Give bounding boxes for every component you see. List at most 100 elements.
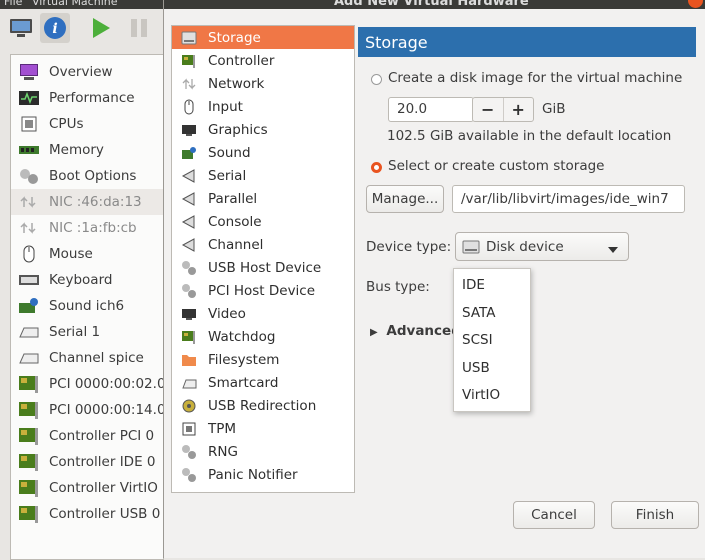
finish-button[interactable]: Finish xyxy=(611,501,699,529)
bus-option-usb[interactable]: USB xyxy=(462,360,490,376)
cpu-icon xyxy=(17,115,41,133)
device-item-rng[interactable]: RNG xyxy=(172,440,354,463)
pause-button[interactable] xyxy=(124,13,154,43)
dialog-title: Add New Virtual Hardware xyxy=(334,0,529,9)
select-custom-radio[interactable] xyxy=(371,162,382,173)
device-item-pci-host[interactable]: PCI Host Device xyxy=(172,279,354,302)
device-item-video[interactable]: Video xyxy=(172,302,354,325)
device-item-network[interactable]: Network xyxy=(172,72,354,95)
device-item-controller[interactable]: Controller xyxy=(172,49,354,72)
play-icon xyxy=(93,18,110,38)
create-image-label[interactable]: Create a disk image for the virtual mach… xyxy=(388,70,682,86)
create-image-radio[interactable] xyxy=(371,74,382,85)
device-item-filesystem[interactable]: Filesystem xyxy=(172,348,354,371)
advanced-expander[interactable]: ▶ Advanced xyxy=(370,323,461,339)
bus-option-virtio[interactable]: VirtIO xyxy=(462,387,500,403)
pci-card-icon xyxy=(17,453,41,471)
gears-icon xyxy=(180,467,198,483)
serial-icon xyxy=(17,323,41,341)
port-icon xyxy=(180,191,198,207)
sidebar-item-controller-virtio[interactable]: Controller VirtIO xyxy=(11,475,163,501)
sound-icon xyxy=(180,145,198,161)
sidebar-item-pci-1[interactable]: PCI 0000:00:02.0 xyxy=(11,371,163,397)
device-item-tpm[interactable]: TPM xyxy=(172,417,354,440)
display-icon xyxy=(180,306,198,322)
close-icon[interactable] xyxy=(688,0,703,8)
pci-card-icon xyxy=(17,401,41,419)
size-unit-label: GiB xyxy=(542,101,566,117)
sidebar-item-nic-2[interactable]: NIC :1a:fb:cb xyxy=(11,215,163,241)
disk-size-input[interactable]: 20.0 xyxy=(388,97,474,122)
chevron-down-icon xyxy=(608,242,618,258)
sidebar-item-overview[interactable]: Overview xyxy=(11,59,163,85)
device-type-label: Device type: xyxy=(366,239,452,255)
device-item-serial[interactable]: Serial xyxy=(172,164,354,187)
device-item-panic-notifier[interactable]: Panic Notifier xyxy=(172,463,354,486)
menu-file[interactable]: File xyxy=(4,0,22,8)
sidebar-item-cpus[interactable]: CPUs xyxy=(11,111,163,137)
pci-card-icon xyxy=(17,375,41,393)
gears-icon xyxy=(180,444,198,460)
sidebar-item-controller-pci[interactable]: Controller PCI 0 xyxy=(11,423,163,449)
vm-toolbar: i xyxy=(0,9,165,47)
run-button[interactable] xyxy=(86,13,116,43)
device-item-usb-redirection[interactable]: USB Redirection xyxy=(172,394,354,417)
device-item-graphics[interactable]: Graphics xyxy=(172,118,354,141)
decrease-size-button[interactable]: − xyxy=(473,98,503,121)
device-item-console[interactable]: Console xyxy=(172,210,354,233)
port-icon xyxy=(180,214,198,230)
bus-option-ide[interactable]: IDE xyxy=(462,277,485,293)
pci-card-icon xyxy=(180,329,198,345)
hardware-sidebar: Overview Performance CPUs Memory Boot Op… xyxy=(10,54,164,560)
storage-path-input[interactable]: /var/lib/libvirt/images/ide_win7 xyxy=(452,185,685,213)
device-item-smartcard[interactable]: Smartcard xyxy=(172,371,354,394)
device-type-select[interactable]: Disk device xyxy=(455,232,629,261)
device-item-usb-host[interactable]: USB Host Device xyxy=(172,256,354,279)
device-item-sound[interactable]: Sound xyxy=(172,141,354,164)
add-hardware-dialog: Add New Virtual Hardware Storage Control… xyxy=(163,0,705,558)
cancel-button[interactable]: Cancel xyxy=(513,501,595,529)
info-icon: i xyxy=(44,17,66,39)
pause-icon xyxy=(131,19,147,37)
sidebar-item-sound[interactable]: Sound ich6 xyxy=(11,293,163,319)
sidebar-item-mouse[interactable]: Mouse xyxy=(11,241,163,267)
keyboard-icon xyxy=(17,271,41,289)
sidebar-item-keyboard[interactable]: Keyboard xyxy=(11,267,163,293)
gears-icon xyxy=(180,260,198,276)
sidebar-item-boot-options[interactable]: Boot Options xyxy=(11,163,163,189)
device-item-input[interactable]: Input xyxy=(172,95,354,118)
device-item-parallel[interactable]: Parallel xyxy=(172,187,354,210)
memory-icon xyxy=(17,141,41,159)
sidebar-item-performance[interactable]: Performance xyxy=(11,85,163,111)
gears-icon xyxy=(180,283,198,299)
menu-virtual-machine[interactable]: Virtual Machine xyxy=(32,0,118,8)
device-item-watchdog[interactable]: Watchdog xyxy=(172,325,354,348)
manage-button[interactable]: Manage... xyxy=(366,185,444,213)
sidebar-item-memory[interactable]: Memory xyxy=(11,137,163,163)
bus-option-scsi[interactable]: SCSI xyxy=(462,332,493,348)
select-custom-label[interactable]: Select or create custom storage xyxy=(388,158,604,174)
device-item-channel[interactable]: Channel xyxy=(172,233,354,256)
available-space-label: 102.5 GiB available in the default locat… xyxy=(387,128,672,144)
pci-card-icon xyxy=(180,53,198,69)
console-button[interactable] xyxy=(6,13,36,43)
sidebar-item-channel-spice[interactable]: Channel spice xyxy=(11,345,163,371)
sidebar-item-controller-usb[interactable]: Controller USB 0 xyxy=(11,501,163,527)
details-button[interactable]: i xyxy=(40,13,70,43)
sidebar-item-pci-2[interactable]: PCI 0000:00:14.0 xyxy=(11,397,163,423)
panel-header: Storage xyxy=(358,27,696,57)
sidebar-item-serial[interactable]: Serial 1 xyxy=(11,319,163,345)
serial-icon xyxy=(17,349,41,367)
storage-icon xyxy=(180,30,198,46)
increase-size-button[interactable]: + xyxy=(502,98,534,121)
device-item-storage[interactable]: Storage xyxy=(172,26,354,49)
bus-option-sata[interactable]: SATA xyxy=(462,305,495,321)
disk-size-stepper: − + xyxy=(472,97,534,122)
pci-card-icon xyxy=(17,427,41,445)
sidebar-item-controller-ide[interactable]: Controller IDE 0 xyxy=(11,449,163,475)
network-icon xyxy=(180,76,198,92)
bus-type-dropdown: IDE SATA SCSI USB VirtIO xyxy=(453,268,531,412)
display-icon xyxy=(180,122,198,138)
port-icon xyxy=(180,168,198,184)
sidebar-item-nic-1[interactable]: NIC :46:da:13 xyxy=(11,189,163,215)
